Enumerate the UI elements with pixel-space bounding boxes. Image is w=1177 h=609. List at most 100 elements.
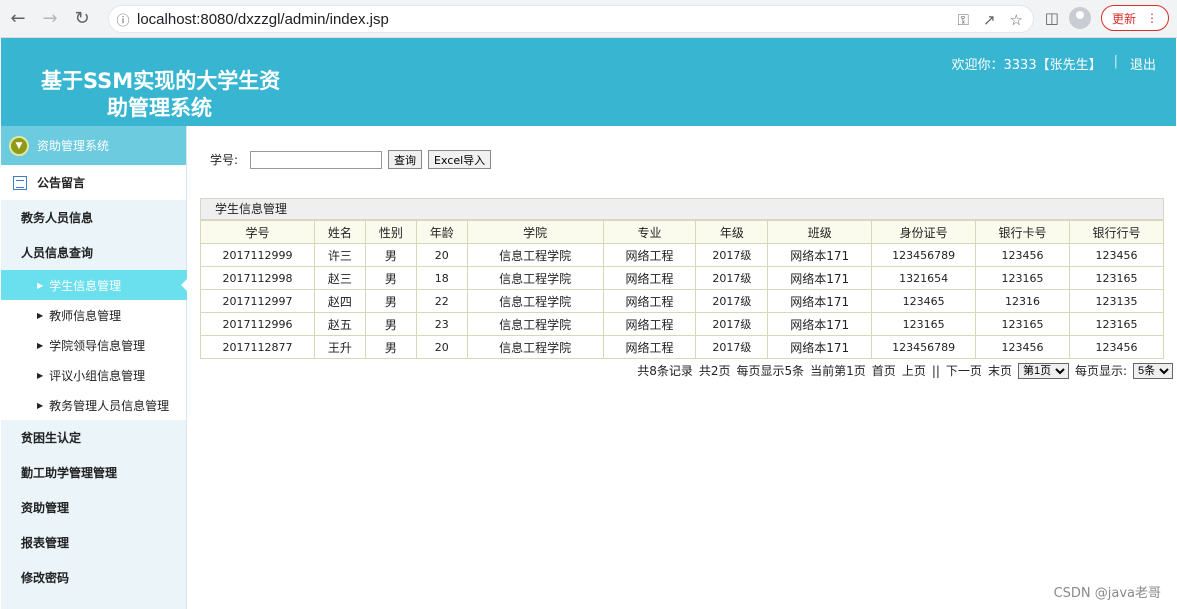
column-header: 年级 <box>695 220 769 244</box>
sidebar-item-label: 贫困生认定 <box>21 431 82 445</box>
table-row: 2017112997 赵四男 22 信息工程学院 网络工程 2017级 网络本171 1234… <box>200 289 1164 313</box>
sidebar-subitem-teacher-info[interactable]: ▶ 教师信息管理 <box>1 300 186 330</box>
caret-right-icon: ▶ <box>37 370 44 380</box>
column-header: 性别 <box>364 220 417 244</box>
sidebar-subitem-leader-info[interactable]: ▶ 学院领导信息管理 <box>1 330 186 360</box>
table-cell: 男 <box>364 266 417 290</box>
table-cell: 2017级 <box>695 266 769 290</box>
table-cell: 123165 <box>975 312 1070 336</box>
column-header: 学院 <box>466 220 604 244</box>
column-header: 专业 <box>602 220 697 244</box>
address-bar[interactable]: ⓘ localhost:8080/dxzzgl/admin/index.jsp … <box>108 5 1034 33</box>
column-header: 年龄 <box>415 220 468 244</box>
table-cell: 网络本171 <box>767 289 873 313</box>
app-title-line1: 基于SSM实现的大学生资 <box>41 69 281 93</box>
table-cell: 123165 <box>871 312 977 336</box>
sidebar-item-label: 教务人员信息 <box>21 211 94 225</box>
table-cell: 2017112877 <box>200 335 315 359</box>
sidebar-item-aid[interactable]: 资助管理 <box>1 490 186 525</box>
table-cell: 123456 <box>1069 335 1164 359</box>
table-cell: 123465 <box>871 289 977 313</box>
sidebar-subitem-admin-staff[interactable]: ▶ 教务管理人员信息管理 <box>1 390 186 420</box>
table-cell: 信息工程学院 <box>466 243 604 267</box>
table-cell: 2017112997 <box>200 289 315 313</box>
table-cell: 123456 <box>975 243 1070 267</box>
table-cell: 网络本171 <box>767 335 873 359</box>
sidebar-subitem-review-group[interactable]: ▶ 评议小组信息管理 <box>1 360 186 390</box>
student-id-label: 学号: <box>210 153 239 167</box>
back-arrow-icon[interactable]: ← <box>4 5 32 33</box>
table-cell: 2017级 <box>695 312 769 336</box>
table-cell: 20 <box>415 335 468 359</box>
first-page-link[interactable]: 首页 <box>872 362 896 379</box>
sidebar-item-work-study[interactable]: 勤工助学管理管理 <box>1 455 186 490</box>
table-cell: 信息工程学院 <box>466 266 604 290</box>
sidebar-item-change-password[interactable]: 修改密码 <box>1 560 186 595</box>
table-header-row: 学号 姓名 性别 年龄 学院 专业 年级 班级 身份证号 银行卡号 银行行号 <box>200 220 1164 244</box>
sidebar-header[interactable]: ▼ 资助管理系统 <box>1 126 186 165</box>
page-select[interactable]: 第1页 <box>1017 362 1069 379</box>
sidebar-subitem-label: 学生信息管理 <box>49 278 122 293</box>
table-row: 2017112877 王升男 20 信息工程学院 网络工程 2017级 网络本171 1234… <box>200 335 1164 359</box>
table-cell: 赵四 <box>313 289 366 313</box>
welcome-text: 欢迎你：3333【张先生】 <box>951 58 1102 73</box>
current-page: 当前第1页 <box>810 364 866 378</box>
share-icon[interactable]: ↗ <box>983 11 996 29</box>
table-cell: 男 <box>364 243 417 267</box>
table-cell: 123456 <box>1069 243 1164 267</box>
app-header: 基于SSM实现的大学生资 助管理系统 欢迎你：3333【张先生】 | 退出 <box>1 38 1176 126</box>
total-records: 共8条记录 <box>637 364 693 378</box>
table-row: 2017112998 赵三男 18 信息工程学院 网络工程 2017级 网络本171 1321… <box>200 266 1164 290</box>
table-cell: 男 <box>364 312 417 336</box>
column-header: 姓名 <box>313 220 366 244</box>
bookmark-star-icon[interactable]: ☆ <box>1010 11 1023 29</box>
column-header: 班级 <box>767 220 873 244</box>
sidebar-subitem-label: 学院领导信息管理 <box>49 338 146 353</box>
reload-icon[interactable]: ↻ <box>68 5 96 33</box>
profile-avatar[interactable] <box>1068 7 1091 29</box>
table-cell: 赵五 <box>313 312 366 336</box>
sidebar-subitem-student-info[interactable]: ▶ 学生信息管理 <box>1 270 187 300</box>
table-cell: 22 <box>415 289 468 313</box>
sidebar-submenu: ▶ 学生信息管理 ▶ 教师信息管理 ▶ 学院领导信息管理 ▶ 评议小组信息管理 … <box>1 270 187 420</box>
caret-right-icon: ▶ <box>37 400 44 410</box>
panel-title: 学生信息管理 <box>200 198 1164 220</box>
prev-page-link[interactable]: 上页 <box>902 362 926 379</box>
column-header: 学号 <box>200 220 315 244</box>
per-page-select[interactable]: 5条 <box>1133 362 1173 379</box>
table-cell: 123165 <box>1069 312 1164 336</box>
table-cell: 123456789 <box>871 335 977 359</box>
update-button[interactable]: 更新 ⋮ <box>1100 5 1169 31</box>
sidebar-item-announcements[interactable]: 公告留言 <box>1 165 186 200</box>
table-cell: 男 <box>364 335 417 359</box>
excel-import-button[interactable]: Excel导入 <box>428 150 492 169</box>
table-cell: 网络工程 <box>602 266 697 290</box>
table-cell: 123165 <box>1069 266 1164 290</box>
table-cell: 1321654 <box>871 266 977 290</box>
table-cell: 2017级 <box>695 289 769 313</box>
user-bar-separator: | <box>1113 54 1118 69</box>
sidebar-item-label: 资助管理 <box>21 501 70 515</box>
sidebar-item-people-query[interactable]: 人员信息查询 <box>1 235 186 270</box>
logout-link[interactable]: 退出 <box>1130 54 1156 73</box>
update-label: 更新 <box>1111 11 1136 26</box>
key-icon[interactable]: ⚿ <box>958 11 969 29</box>
side-panel-icon[interactable]: ◫ <box>1045 9 1059 27</box>
table-cell: 网络工程 <box>602 243 697 267</box>
site-info-icon[interactable]: ⓘ <box>109 10 137 29</box>
table-cell: 123456789 <box>871 243 977 267</box>
table-cell: 2017112999 <box>200 243 315 267</box>
sidebar-item-reports[interactable]: 报表管理 <box>1 525 186 560</box>
table-row: 2017112999 许三男 20 信息工程学院 网络工程 2017级 网络本171 1234… <box>200 243 1164 267</box>
sidebar-item-poverty[interactable]: 贫困生认定 <box>1 420 186 455</box>
next-page-link[interactable]: 下一页 <box>946 362 982 379</box>
chevron-down-icon: ▼ <box>9 135 29 156</box>
total-pages: 共2页 <box>698 364 731 378</box>
student-id-input[interactable] <box>250 150 383 169</box>
sidebar-item-staff-info[interactable]: 教务人员信息 <box>1 200 186 235</box>
kebab-menu-icon: ⋮ <box>1146 11 1158 25</box>
sidebar-subitem-label: 教务管理人员信息管理 <box>49 398 170 413</box>
query-button[interactable]: 查询 <box>388 150 423 169</box>
last-page-link[interactable]: 末页 <box>988 362 1012 379</box>
forward-arrow-icon[interactable]: → <box>36 5 64 33</box>
